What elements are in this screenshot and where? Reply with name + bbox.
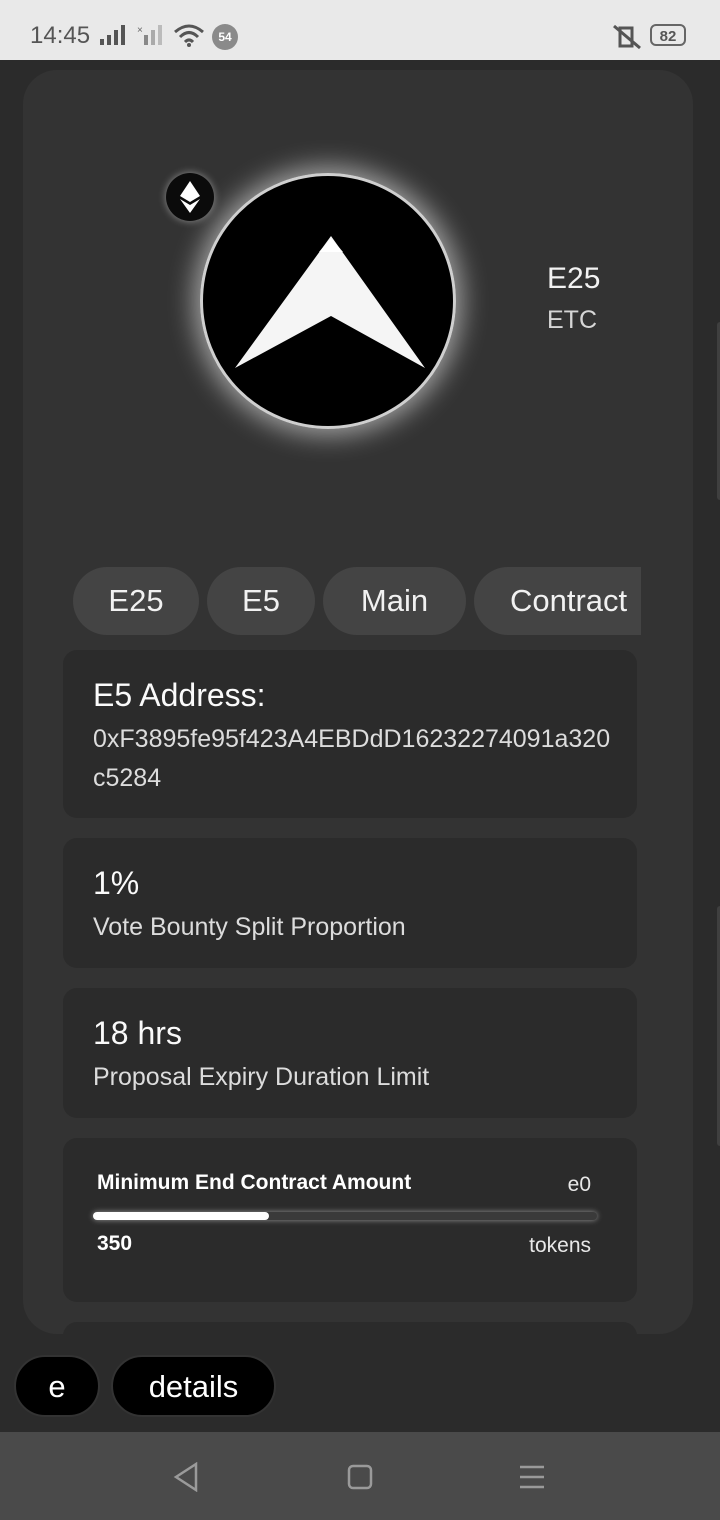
- tab-e25[interactable]: E25: [73, 567, 199, 635]
- min-end-label: Minimum End Contract Amount: [97, 1171, 412, 1194]
- token-details-card: E25 ETC E25 E5 Main Contract E5 Address:…: [23, 70, 693, 1334]
- wifi-icon: [174, 24, 204, 47]
- chain-name: ETC: [547, 306, 597, 334]
- ethereum-classic-icon: [180, 181, 200, 213]
- cell-signal-icon: [100, 25, 125, 45]
- proposal-expiry-label: Proposal Expiry Duration Limit: [93, 1063, 430, 1091]
- token-name: E25: [547, 262, 601, 295]
- address-title: E5 Address:: [93, 677, 266, 713]
- status-time: 14:45: [30, 22, 91, 49]
- arrow-logo-icon: [235, 236, 425, 368]
- min-end-progress-fill: [93, 1212, 270, 1220]
- app-screen: E25 ETC E25 E5 Main Contract E5 Address:…: [3, 60, 720, 1432]
- back-icon[interactable]: [172, 1462, 200, 1492]
- svg-text:×: ×: [137, 25, 143, 36]
- vibrate-mute-icon: [613, 24, 641, 50]
- status-bar: 14:45 × 54 82: [0, 0, 720, 60]
- proposal-expiry-box: 18 hrs Proposal Expiry Duration Limit: [63, 988, 637, 1118]
- tab-main[interactable]: Main: [323, 567, 466, 635]
- system-nav-bar: [0, 1432, 720, 1520]
- cell-signal-2-icon: ×: [137, 25, 162, 45]
- details-button[interactable]: details: [111, 1355, 276, 1417]
- e-button[interactable]: e: [14, 1355, 100, 1417]
- min-end-contract-box: Minimum End Contract Amount e0 350 token…: [63, 1138, 637, 1302]
- min-end-progress-bar: [93, 1212, 597, 1220]
- vote-bounty-label: Vote Bounty Split Proportion: [93, 913, 406, 941]
- battery-indicator: 82: [650, 24, 686, 46]
- notification-count-badge: 54: [212, 24, 238, 50]
- next-box-peek: [63, 1322, 637, 1334]
- tab-bar: E25 E5 Main Contract: [73, 567, 641, 637]
- min-end-unit: tokens: [529, 1234, 591, 1257]
- proposal-expiry-value: 18 hrs: [93, 1015, 182, 1051]
- tab-contract[interactable]: Contract: [474, 567, 641, 635]
- tab-e5[interactable]: E5: [207, 567, 315, 635]
- min-end-value: 350: [97, 1232, 133, 1255]
- vote-bounty-value: 1%: [93, 865, 140, 901]
- chain-badge: [166, 173, 214, 221]
- address-value: 0xF3895fe95f423A4EBDdD16232274091a320c52…: [93, 725, 611, 792]
- vote-bounty-box: 1% Vote Bounty Split Proportion: [63, 838, 637, 968]
- token-avatar: [200, 173, 456, 429]
- home-icon[interactable]: [346, 1462, 374, 1492]
- menu-icon[interactable]: [518, 1462, 546, 1492]
- min-end-depth: e0: [567, 1173, 591, 1196]
- address-box: E5 Address: 0xF3895fe95f423A4EBDdD162322…: [63, 650, 637, 818]
